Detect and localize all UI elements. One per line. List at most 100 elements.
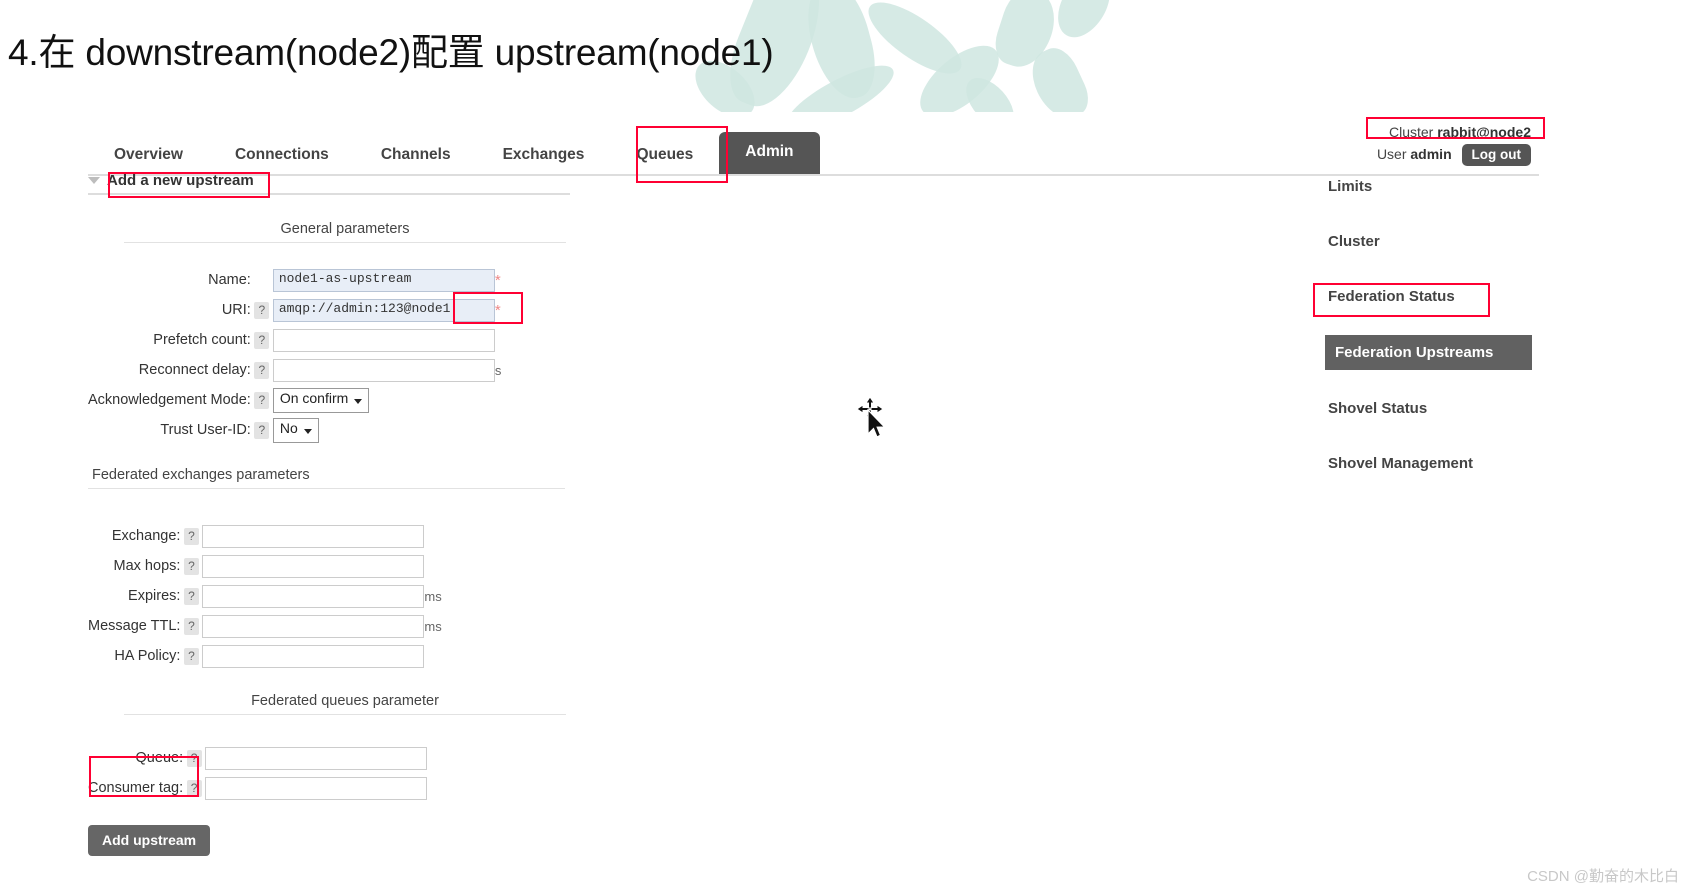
- general-parameters-table: Name: node1-as-upstream * URI:? amqp://admin…: [88, 265, 509, 445]
- select-trust-user-id[interactable]: No: [272, 417, 319, 443]
- move-cursor-icon: [856, 396, 886, 438]
- federated-exchanges-table: Exchange:? Max hops:? Expires:? ms Message T…: [88, 521, 442, 671]
- sidebar-item-cluster[interactable]: Cluster: [1320, 225, 1620, 258]
- section-title: Add a new upstream: [107, 172, 254, 189]
- cluster-line: Cluster rabbit@node2: [1377, 124, 1531, 140]
- nav-tab-queues[interactable]: Queues: [610, 138, 719, 174]
- form-row: HA Policy:?: [88, 641, 442, 671]
- form-row: Max hops:?: [88, 551, 442, 581]
- label-ha-policy: HA Policy:: [114, 648, 181, 664]
- help-icon[interactable]: ?: [183, 618, 199, 635]
- help-icon[interactable]: ?: [254, 332, 270, 349]
- add-upstream-button[interactable]: Add upstream: [88, 825, 211, 856]
- cluster-name: rabbit@node2: [1437, 124, 1531, 140]
- rabbitmq-management-screenshot: Overview Connections Channels Exchanges Queu…: [0, 112, 1689, 856]
- input-ha-policy[interactable]: [202, 644, 425, 668]
- decorative-blob: [1047, 0, 1121, 47]
- help-icon[interactable]: ?: [183, 588, 199, 605]
- sidebar-item-limits[interactable]: Limits: [1320, 170, 1620, 203]
- nav-tab-connections[interactable]: Connections: [209, 138, 355, 174]
- form-section-header[interactable]: Add a new upstream: [88, 172, 570, 195]
- form-row: URI:? amqp://admin:123@node1 *: [88, 295, 509, 325]
- input-expires[interactable]: [202, 584, 425, 608]
- input-cell: [272, 355, 495, 385]
- help-cell: ?: [183, 773, 205, 803]
- help-icon[interactable]: ?: [254, 362, 270, 379]
- input-cell: amqp://admin:123@node1: [272, 295, 495, 325]
- input-name[interactable]: node1-as-upstream: [272, 268, 495, 292]
- input-cell: No: [272, 415, 495, 445]
- nav-tab-admin[interactable]: Admin: [719, 132, 820, 174]
- nav-tab-channels[interactable]: Channels: [355, 138, 477, 174]
- user-line: User admin Log out: [1377, 144, 1531, 166]
- input-uri[interactable]: amqp://admin:123@node1: [272, 298, 495, 322]
- help-cell: ?: [180, 611, 202, 641]
- help-icon[interactable]: ?: [254, 392, 270, 409]
- label-message-ttl: Message TTL:: [88, 618, 181, 634]
- label-uri: URI:: [221, 302, 251, 318]
- help-icon[interactable]: ?: [254, 302, 270, 319]
- input-cell: [202, 551, 425, 581]
- cluster-label: Cluster: [1388, 124, 1434, 140]
- sidebar-item-federation-status[interactable]: Federation Status: [1320, 280, 1620, 313]
- help-icon[interactable]: ?: [183, 558, 199, 575]
- form-row: Queue:?: [88, 743, 428, 773]
- input-cell: On confirm: [272, 385, 495, 415]
- sidebar-item-federation-upstreams[interactable]: Federation Upstreams: [1320, 335, 1532, 370]
- csdn-watermark: CSDN @勤奋的木比白: [1527, 868, 1679, 885]
- input-cell: [272, 325, 495, 355]
- help-icon[interactable]: ?: [186, 750, 202, 767]
- unit-label: [495, 385, 509, 415]
- label-acknowledgement-mode: Acknowledgement Mode:: [88, 392, 251, 408]
- help-icon[interactable]: ?: [183, 648, 199, 665]
- user-label: User: [1376, 146, 1407, 162]
- input-max-hops[interactable]: [202, 554, 425, 578]
- input-cell: [205, 773, 428, 803]
- form-row: Name: node1-as-upstream *: [88, 265, 509, 295]
- form-row: Prefetch count:?: [88, 325, 509, 355]
- input-cell: node1-as-upstream: [272, 265, 495, 295]
- help-cell: ?: [251, 415, 273, 445]
- form-row: Trust User-ID:? No: [88, 415, 509, 445]
- federated-queues-table: Queue:? Consumer tag:?: [88, 743, 428, 803]
- nav-tab-exchanges[interactable]: Exchanges: [477, 138, 611, 174]
- input-consumer-tag[interactable]: [205, 776, 428, 800]
- main-navbar: Overview Connections Channels Exchanges Queu…: [88, 124, 1539, 176]
- help-icon[interactable]: ?: [186, 780, 202, 797]
- input-prefetch-count[interactable]: [272, 328, 495, 352]
- help-icon[interactable]: ?: [254, 422, 270, 439]
- help-cell: ?: [251, 325, 273, 355]
- nav-tab-list: Overview Connections Channels Exchanges Queu…: [88, 132, 820, 174]
- decorative-blob: [858, 0, 972, 86]
- unit-label: [424, 641, 441, 671]
- required-marker: *: [494, 271, 501, 289]
- input-cell: [202, 641, 425, 671]
- user-info-block: Cluster rabbit@node2 User admin Log out: [1377, 124, 1531, 166]
- admin-sidebar: Limits Cluster Federation Status Federation…: [1320, 170, 1620, 502]
- unit-label: s: [494, 362, 502, 378]
- input-queue[interactable]: [205, 746, 428, 770]
- form-row: Consumer tag:?: [88, 773, 428, 803]
- help-cell: ?: [251, 295, 273, 325]
- input-exchange[interactable]: [202, 524, 425, 548]
- help-icon[interactable]: ?: [183, 528, 199, 545]
- required-marker: *: [494, 301, 501, 319]
- nav-tab-overview[interactable]: Overview: [88, 138, 209, 174]
- label-expires: Expires:: [128, 588, 181, 604]
- logout-button[interactable]: Log out: [1461, 144, 1531, 166]
- label-max-hops: Max hops:: [113, 558, 181, 574]
- sidebar-item-shovel-status[interactable]: Shovel Status: [1320, 392, 1620, 425]
- select-acknowledgement-mode[interactable]: On confirm: [272, 387, 370, 413]
- page-title: 4.在 downstream(node2)配置 upstream(node1): [8, 32, 774, 73]
- unit-label: [424, 521, 441, 551]
- label-queue: Queue:: [135, 750, 184, 766]
- label-exchange: Exchange:: [111, 528, 181, 544]
- form-row: Acknowledgement Mode:? On confirm: [88, 385, 509, 415]
- input-reconnect-delay[interactable]: [272, 358, 495, 382]
- unit-label: [495, 415, 509, 445]
- input-message-ttl[interactable]: [202, 614, 425, 638]
- general-parameters-heading: General parameters: [124, 221, 566, 243]
- input-cell: [202, 581, 425, 611]
- chevron-down-icon[interactable]: [88, 177, 100, 184]
- sidebar-item-shovel-management[interactable]: Shovel Management: [1320, 447, 1620, 480]
